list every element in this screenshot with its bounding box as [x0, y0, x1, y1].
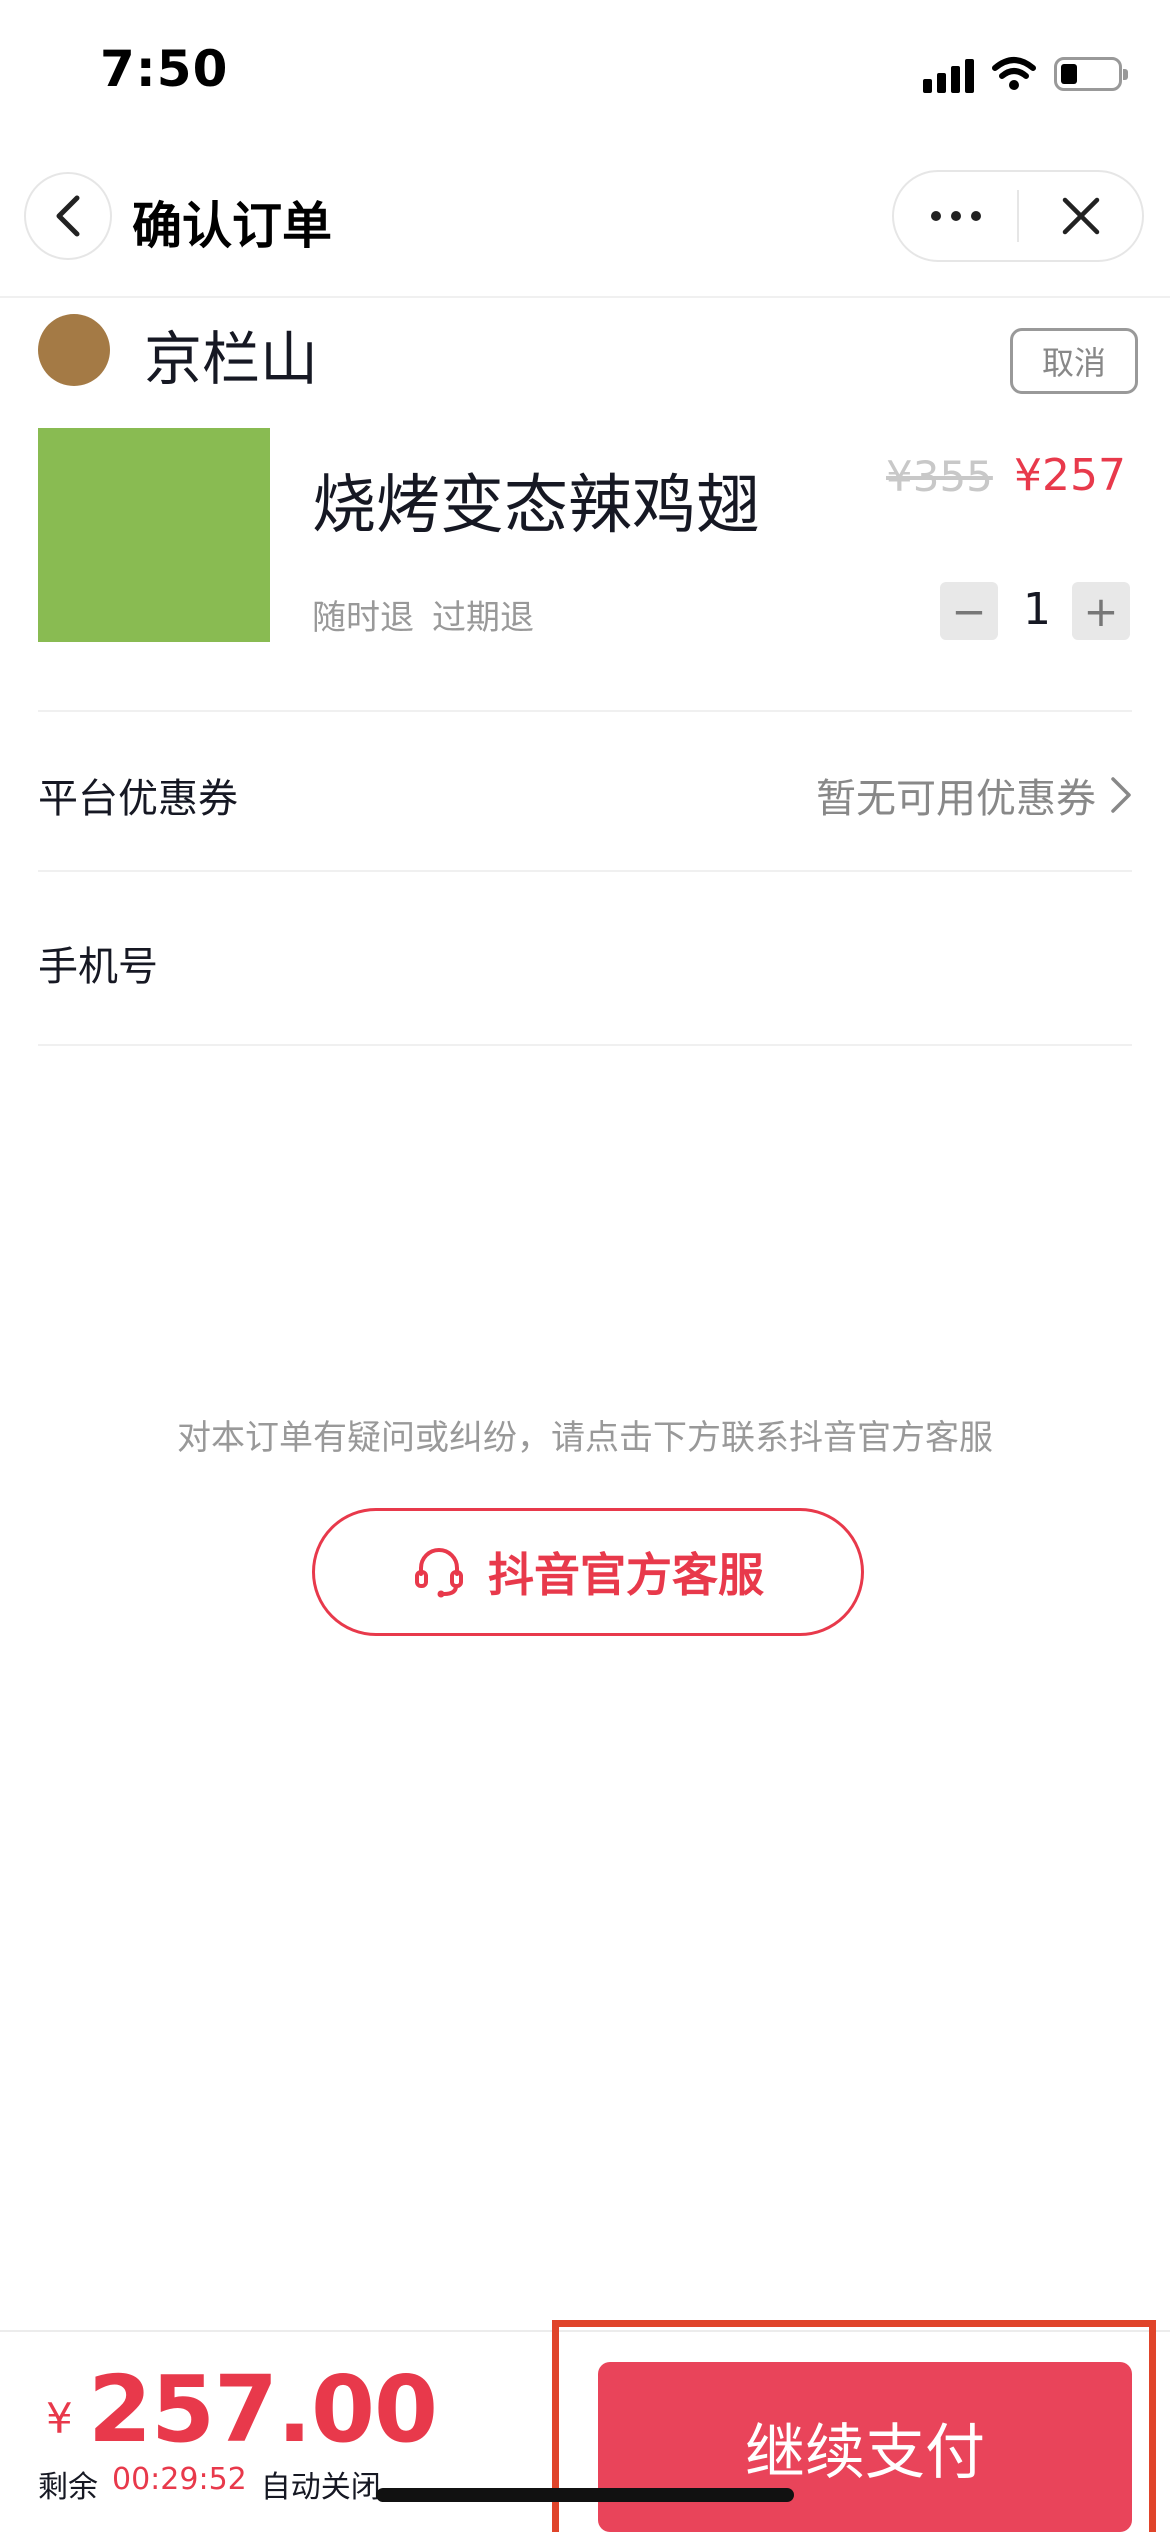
original-price: ¥355	[886, 452, 993, 501]
nav-divider	[0, 296, 1170, 298]
phone-label: 手机号	[38, 944, 158, 990]
cancel-button[interactable]: 取消	[1010, 328, 1138, 394]
back-button[interactable]	[24, 172, 112, 260]
coupon-selector[interactable]: 暂无可用优惠券	[816, 766, 1132, 824]
home-indicator	[376, 2488, 794, 2502]
divider	[38, 870, 1132, 872]
quantity-increase-button[interactable]: +	[1072, 582, 1130, 640]
more-icon	[930, 211, 981, 221]
customer-service-label: 抖音官方客服	[488, 1548, 764, 1602]
divider	[38, 1044, 1132, 1046]
product-name: 烧烤变态辣鸡翅	[312, 469, 760, 543]
back-chevron-icon	[56, 195, 80, 237]
product-tags: 随时退 过期退	[312, 590, 534, 639]
sale-price: ¥257	[1014, 450, 1126, 501]
chevron-right-icon	[1111, 777, 1131, 813]
headset-icon	[415, 1548, 463, 1598]
countdown: 00:29:52	[112, 2462, 247, 2497]
page-title: 确认订单	[132, 197, 332, 255]
signal-icon	[923, 55, 974, 93]
remaining-label: 剩余	[38, 2470, 98, 2505]
status-icons	[923, 52, 1128, 96]
quantity-decrease-button[interactable]: −	[940, 582, 998, 640]
shop-name: 京栏山	[144, 325, 319, 393]
coupon-value: 暂无可用优惠券	[816, 776, 1096, 822]
quantity-value: 1	[1023, 584, 1051, 635]
customer-service-button[interactable]: 抖音官方客服	[312, 1508, 864, 1636]
mini-program-capsule	[892, 170, 1144, 262]
tag-refund-anytime: 随时退	[312, 598, 414, 638]
total-currency: ¥	[46, 2394, 73, 2443]
product-image	[38, 428, 270, 642]
tag-refund-expired: 过期退	[432, 598, 534, 638]
close-button[interactable]	[1019, 172, 1142, 260]
total-amount: 257.00	[88, 2356, 438, 2463]
divider	[38, 710, 1132, 712]
payment-timer: 剩余 00:29:52 自动关闭	[38, 2462, 381, 2506]
status-time: 7:50	[100, 40, 229, 98]
battery-icon	[1054, 57, 1128, 91]
shop-avatar	[38, 314, 110, 386]
wifi-icon	[992, 57, 1036, 90]
support-note: 对本订单有疑问或纠纷，请点击下方联系抖音官方客服	[177, 1418, 993, 1458]
auto-close-label: 自动关闭	[260, 2470, 381, 2505]
coupon-label: 平台优惠券	[38, 776, 238, 822]
close-icon	[1062, 197, 1099, 235]
more-button[interactable]	[894, 172, 1017, 260]
